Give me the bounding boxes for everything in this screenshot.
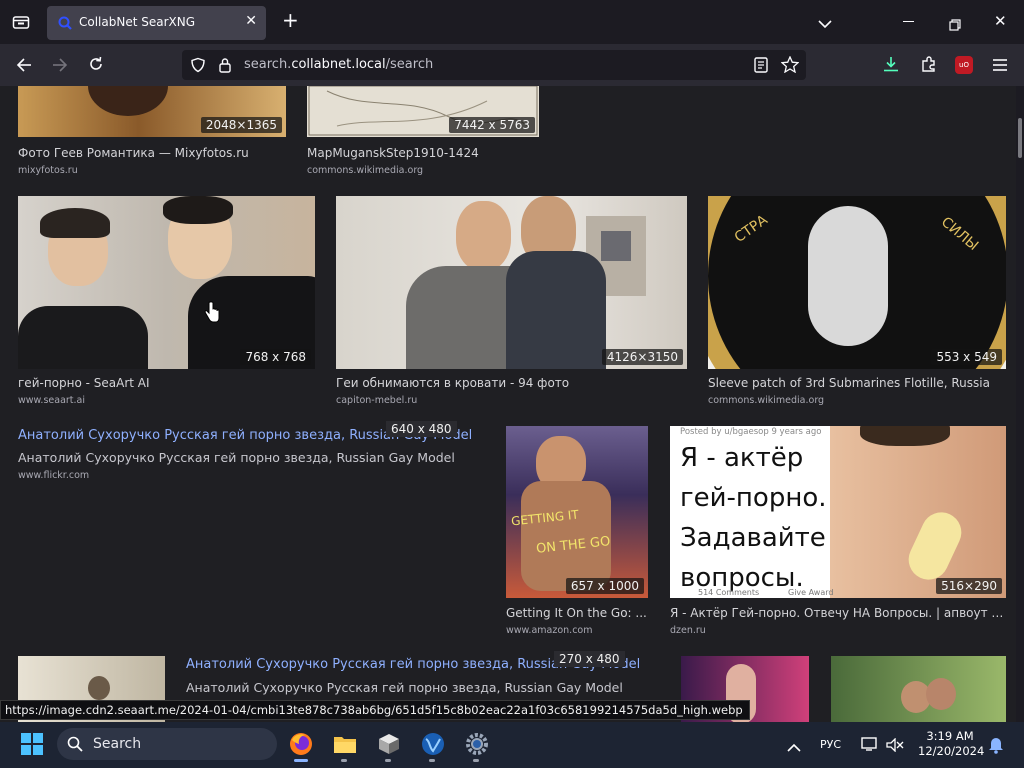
link-status-url: https://image.cdn2.seaart.me/2024-01-04/… xyxy=(0,700,750,720)
windows-start-icon[interactable] xyxy=(21,733,43,759)
input-language[interactable]: РУС xyxy=(820,738,841,751)
result-source: commons.wikimedia.org xyxy=(307,165,424,176)
result-image[interactable]: Posted by u/bgaesop 9 years ago Я - актё… xyxy=(670,426,1006,598)
result-caption[interactable]: Фото Геев Романтика — Mixyfotos.ru xyxy=(18,146,298,160)
result-caption[interactable]: Геи обнимаются в кровати - 94 фото xyxy=(336,376,687,390)
firefox-icon[interactable] xyxy=(288,731,314,757)
minimize-icon[interactable] xyxy=(903,21,914,22)
extensions-icon[interactable] xyxy=(920,55,938,77)
reload-icon[interactable] xyxy=(88,56,104,76)
active-tab[interactable]: CollabNet SearXNG ✕ xyxy=(47,6,266,40)
image-dimensions: 657 x 1000 xyxy=(565,578,644,594)
tracking-protection-icon[interactable] xyxy=(190,57,206,77)
scrollbar-thumb[interactable] xyxy=(1018,118,1022,158)
lock-icon[interactable] xyxy=(218,57,232,77)
running-app-indicator xyxy=(341,759,347,762)
result-source: capiton-mebel.ru xyxy=(336,395,418,406)
image-dimensions: 2048×1365 xyxy=(200,117,282,133)
result-subtitle: Анатолий Сухоручко Русская гей порно зве… xyxy=(18,450,455,465)
result-image[interactable]: 4126×3150 xyxy=(336,196,687,369)
result-image[interactable]: 2048×1365 xyxy=(18,86,286,137)
close-tab-icon[interactable]: ✕ xyxy=(245,13,257,29)
back-icon[interactable] xyxy=(16,57,32,76)
result-caption[interactable]: Я - Актёр Гей-порно. Отвечу НА Вопросы. … xyxy=(670,606,1006,620)
notification-bell-icon[interactable] xyxy=(988,736,1004,758)
result-image[interactable]: 768 x 768 xyxy=(18,196,315,369)
search-icon xyxy=(67,736,83,756)
searxng-favicon-icon xyxy=(58,16,72,30)
window-close-icon[interactable]: ✕ xyxy=(994,13,1007,29)
result-caption[interactable]: гей-порно - SeaArt AI xyxy=(18,376,315,390)
running-app-indicator xyxy=(385,759,391,762)
forward-icon[interactable] xyxy=(52,57,68,76)
image-dimensions: 768 x 768 xyxy=(240,349,311,365)
downloads-icon[interactable] xyxy=(882,55,900,77)
url-text[interactable]: search.collabnet.local/search xyxy=(244,57,433,72)
running-app-indicator xyxy=(429,759,435,762)
app-package-icon[interactable] xyxy=(376,731,402,757)
ublock-icon[interactable]: uO xyxy=(955,56,973,74)
image-dimensions: 270 x 480 xyxy=(554,651,625,667)
new-tab-icon[interactable]: + xyxy=(282,10,299,30)
result-source: www.seaart.ai xyxy=(18,395,86,406)
network-display-icon[interactable] xyxy=(861,736,879,756)
app-globe-icon[interactable] xyxy=(420,731,446,757)
list-all-tabs-icon[interactable] xyxy=(818,14,832,33)
tab-title: CollabNet SearXNG xyxy=(79,15,196,29)
result-image[interactable]: СТРА СИЛЫ 553 x 549 xyxy=(708,196,1006,369)
search-results-area: 2048×1365 Фото Геев Романтика — Mixyfoto… xyxy=(0,86,1016,722)
result-subtitle: Анатолий Сухоручко Русская гей порно зве… xyxy=(186,680,623,695)
menu-icon[interactable] xyxy=(992,57,1008,76)
bookmark-star-icon[interactable] xyxy=(780,55,800,77)
running-app-indicator xyxy=(473,759,479,762)
taskbar-clock[interactable]: 3:19 AM 12/20/2024 xyxy=(918,729,984,759)
result-source: www.amazon.com xyxy=(506,625,593,636)
result-source: mixyfotos.ru xyxy=(18,165,78,176)
image-dimensions: 7442 x 5763 xyxy=(449,117,535,133)
result-source: commons.wikimedia.org xyxy=(708,395,825,406)
result-image[interactable]: GETTING IT ON THE GO 657 x 1000 xyxy=(506,426,648,598)
result-image[interactable] xyxy=(831,656,1006,722)
result-caption[interactable]: MapMuganskStep1910-1424 xyxy=(307,146,547,160)
volume-muted-icon[interactable] xyxy=(886,737,904,756)
chevron-up-icon[interactable] xyxy=(787,738,801,757)
result-image[interactable]: 7442 x 5763 xyxy=(307,86,539,137)
result-caption[interactable]: Getting It On the Go: ... xyxy=(506,606,648,620)
image-dimensions: 553 x 549 xyxy=(931,349,1002,365)
hand-cursor-icon xyxy=(204,301,220,327)
reader-view-icon[interactable] xyxy=(754,57,768,77)
result-source: dzen.ru xyxy=(670,625,706,636)
tab-list-icon[interactable] xyxy=(12,14,30,33)
restore-icon[interactable] xyxy=(949,16,961,35)
settings-gear-icon[interactable] xyxy=(464,731,490,757)
scrollbar-track[interactable] xyxy=(1016,86,1024,722)
taskbar-search-label: Search xyxy=(93,736,142,752)
file-explorer-icon[interactable] xyxy=(332,731,358,757)
image-dimensions: 640 x 480 xyxy=(386,421,457,437)
image-dimensions: 4126×3150 xyxy=(601,349,683,365)
result-source: www.flickr.com xyxy=(18,470,90,481)
active-app-indicator xyxy=(294,759,308,762)
image-dimensions: 516×290 xyxy=(936,578,1002,594)
result-caption[interactable]: Sleeve patch of 3rd Submarines Flotille,… xyxy=(708,376,1006,390)
taskbar-search-box[interactable] xyxy=(57,728,277,760)
